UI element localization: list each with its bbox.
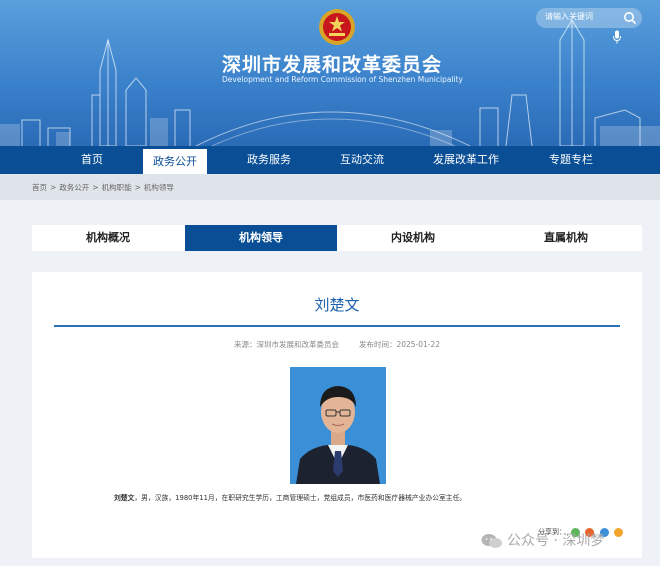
leader-portrait — [290, 367, 386, 484]
nav-item-gov-affairs[interactable]: 政务公开 — [143, 149, 207, 174]
breadcrumb-separator: > — [134, 183, 141, 192]
title-divider — [54, 325, 620, 327]
breadcrumb: 首页 > 政务公开 > 机构职能 > 机构领导 — [32, 182, 174, 193]
search-box — [536, 8, 642, 28]
search-input[interactable] — [545, 12, 623, 21]
watermark-text: 公众号 · 深圳梦 — [507, 533, 605, 549]
breadcrumb-item-gov-affairs[interactable]: 政务公开 — [59, 183, 89, 192]
nav-item-special-topics[interactable]: 专题专栏 — [537, 146, 605, 174]
article-title: 刘楚文 — [314, 296, 360, 314]
nav-item-reform-work[interactable]: 发展改革工作 — [424, 146, 508, 174]
nav-item-gov-services[interactable]: 政务服务 — [235, 146, 303, 174]
article-source: 来源：深圳市发展和改革委员会 — [233, 340, 339, 349]
bio-text: ，男，汉族，1980年11月，在职研究生学历，工商管理硕士，党组成员，市医药和医… — [134, 494, 467, 502]
tab-internal-departments[interactable]: 内设机构 — [337, 225, 489, 251]
search-icon[interactable] — [623, 11, 637, 25]
breadcrumb-separator: > — [50, 183, 57, 192]
site-subtitle-en: Development and Reform Commission of She… — [222, 75, 463, 84]
tab-affiliated-units[interactable]: 直属机构 — [490, 225, 642, 251]
section-tabs: 机构概况 机构领导 内设机构 直属机构 — [32, 225, 642, 251]
breadcrumb-bar: 首页 > 政务公开 > 机构职能 > 机构领导 — [0, 174, 660, 200]
tab-overview[interactable]: 机构概况 — [32, 225, 184, 251]
article-card: 刘楚文 来源：深圳市发展和改革委员会 发布时间：2025-01-22 刘楚文，男，… — [32, 272, 642, 558]
breadcrumb-separator: > — [92, 183, 99, 192]
leader-bio: 刘楚文，男，汉族，1980年11月，在职研究生学历，工商管理硕士，党组成员，市医… — [114, 492, 466, 502]
microphone-icon[interactable] — [612, 30, 622, 44]
breadcrumb-item-functions[interactable]: 机构职能 — [102, 183, 132, 192]
nav-item-home[interactable]: 首页 — [62, 146, 122, 174]
header-banner: 深圳市发展和改革委员会 Development and Reform Commi… — [0, 0, 660, 146]
site-title: 深圳市发展和改革委员会 — [222, 54, 443, 76]
main-nav: 首页 政务公开 政务服务 互动交流 发展改革工作 专题专栏 — [0, 146, 660, 174]
article-meta: 来源：深圳市发展和改革委员会 发布时间：2025-01-22 — [32, 339, 642, 350]
qzone-share-icon[interactable] — [613, 527, 623, 537]
national-emblem-icon — [319, 9, 355, 45]
nav-item-interaction[interactable]: 互动交流 — [328, 146, 396, 174]
wechat-logo-icon — [481, 534, 502, 548]
wechat-watermark: 公众号 · 深圳梦 — [481, 530, 604, 550]
bio-name: 刘楚文 — [114, 494, 135, 502]
breadcrumb-item-home[interactable]: 首页 — [32, 183, 47, 192]
tab-leadership[interactable]: 机构领导 — [185, 225, 337, 251]
article-date: 发布时间：2025-01-22 — [358, 340, 441, 349]
breadcrumb-item-leadership[interactable]: 机构领导 — [144, 183, 174, 192]
